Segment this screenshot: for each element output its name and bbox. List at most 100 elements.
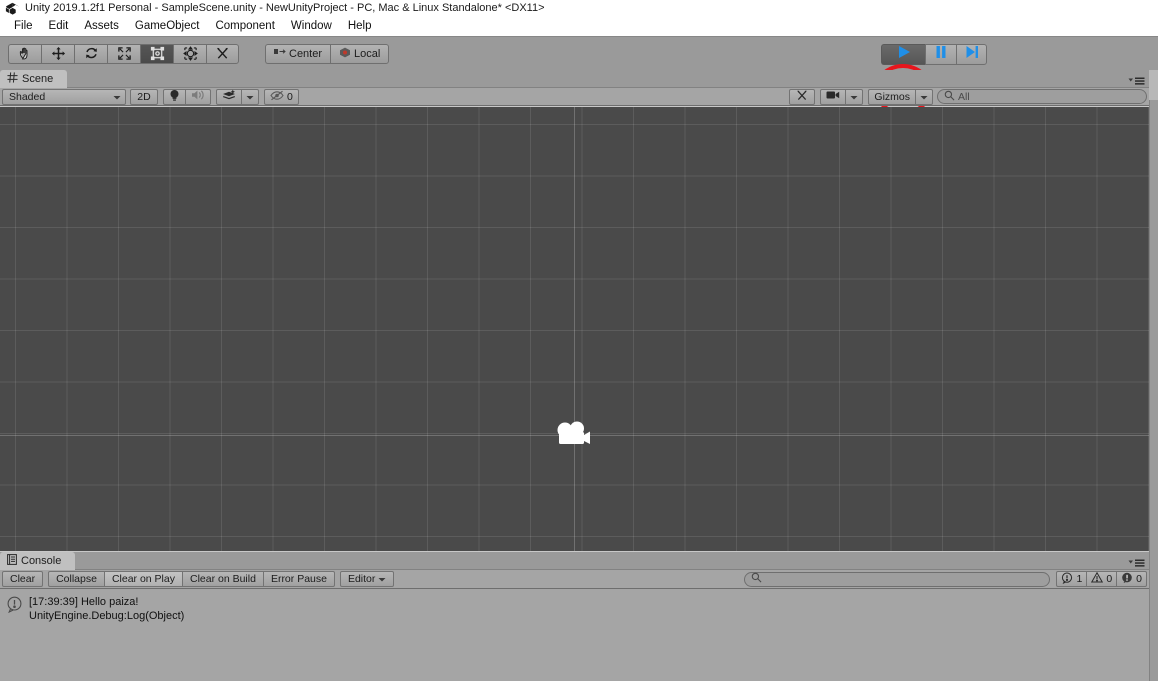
right-dock-strip-top[interactable]: [1149, 70, 1158, 100]
menu-assets[interactable]: Assets: [76, 18, 127, 34]
chevron-down-icon: [378, 573, 386, 585]
info-icon: [6, 596, 23, 618]
console-log-list[interactable]: [17:39:39] Hello paiza! UnityEngine.Debu…: [0, 591, 1149, 681]
menu-help[interactable]: Help: [340, 18, 380, 34]
menu-gameobject[interactable]: GameObject: [127, 18, 208, 34]
error-counter[interactable]: 0: [1117, 571, 1147, 587]
lighting-toggle[interactable]: [163, 88, 186, 105]
hidden-objects-toggle[interactable]: 0: [264, 88, 299, 105]
menu-edit[interactable]: Edit: [41, 18, 77, 34]
info-counter-value: 1: [1076, 573, 1083, 585]
pivot-handle-group: Center Local: [265, 43, 390, 64]
error-icon: [1121, 572, 1133, 587]
transform-tool-button[interactable]: [173, 43, 206, 64]
scale-tool-button[interactable]: [107, 43, 140, 64]
scene-viewport[interactable]: [0, 107, 1149, 551]
tab-scene-label: Scene: [22, 73, 54, 85]
camera-gizmo-icon[interactable]: [553, 417, 595, 456]
pause-button[interactable]: [925, 44, 956, 65]
panel-menu-icon: [1128, 555, 1145, 573]
speaker-icon: [191, 89, 205, 104]
scene-search-placeholder: All: [958, 90, 970, 103]
transform-icon: [182, 46, 198, 61]
handle-mode-button[interactable]: Local: [330, 43, 390, 64]
editor-button[interactable]: Editor: [339, 571, 395, 587]
editor-button-label: Editor: [347, 573, 376, 585]
scene-camera-button[interactable]: [820, 88, 847, 105]
tab-console[interactable]: Console: [0, 552, 76, 570]
warning-counter[interactable]: 0: [1087, 571, 1118, 587]
clear-on-build-button[interactable]: Clear on Build: [182, 571, 264, 587]
collapse-button[interactable]: Collapse: [48, 571, 105, 587]
console-panel-menu-button[interactable]: [1128, 555, 1145, 573]
console-panel: Console Clear Collapse Clear on Play Cle…: [0, 552, 1149, 681]
title-bar: Unity 2019.1.2f1 Personal - SampleScene.…: [0, 0, 1158, 16]
move-tool-button[interactable]: [41, 43, 74, 64]
scene-tools-icon: [795, 89, 809, 105]
mode-2d-toggle[interactable]: 2D: [130, 88, 158, 105]
rotate-tool-button[interactable]: [74, 43, 107, 64]
transform-tools-group: [8, 43, 239, 64]
scene-camera-dropdown[interactable]: [846, 88, 864, 105]
playback-controls: [881, 44, 987, 65]
rect-transform-icon: [150, 46, 165, 61]
hidden-eye-icon: [270, 90, 284, 104]
console-search-input[interactable]: [744, 570, 1051, 588]
rotate-icon: [84, 46, 99, 61]
gizmos-dropdown[interactable]: [916, 88, 933, 105]
step-button[interactable]: [956, 44, 987, 65]
list-item[interactable]: [17:39:39] Hello paiza! UnityEngine.Debu…: [0, 591, 1149, 623]
chevron-down-icon: [920, 91, 928, 103]
handle-mode-label: Local: [354, 47, 381, 60]
draw-mode-label: Shaded: [9, 90, 46, 103]
pivot-center-icon: [274, 47, 286, 60]
log-message: [17:39:39] Hello paiza!: [29, 596, 139, 608]
error-pause-button-label: Error Pause: [270, 573, 327, 585]
scene-panel-menu-button[interactable]: [1128, 73, 1145, 91]
custom-tool-button[interactable]: [206, 43, 239, 64]
audio-toggle[interactable]: [186, 88, 211, 105]
hand-icon: [18, 46, 33, 61]
chevron-down-icon: [113, 91, 121, 103]
effects-dropdown[interactable]: [242, 88, 259, 105]
play-button[interactable]: [881, 44, 925, 65]
effects-icon: [222, 89, 236, 104]
pivot-mode-button[interactable]: Center: [265, 43, 331, 64]
step-icon: [965, 45, 979, 64]
gizmos-button[interactable]: Gizmos: [868, 88, 916, 105]
play-icon: [896, 45, 912, 64]
wrench-hammer-icon: [215, 46, 230, 61]
draw-mode-dropdown[interactable]: Shaded: [2, 88, 126, 105]
scene-panel: Scene Shaded 2D 0 Gizmos All: [0, 70, 1149, 551]
scene-camera-icon: [826, 90, 840, 103]
clear-on-play-button[interactable]: Clear on Play: [104, 571, 183, 587]
log-entry-text: [17:39:39] Hello paiza! UnityEngine.Debu…: [29, 595, 184, 623]
menu-component[interactable]: Component: [207, 18, 282, 34]
console-toolbar: Clear Collapse Clear on Play Clear on Bu…: [0, 570, 1149, 589]
effects-toggle[interactable]: [216, 88, 242, 105]
warning-icon: [1091, 571, 1104, 586]
scene-search-input[interactable]: All: [937, 89, 1147, 104]
error-counter-value: 0: [1136, 573, 1142, 585]
rect-tool-button[interactable]: [140, 43, 173, 64]
right-dock-strip[interactable]: [1149, 70, 1158, 681]
scene-tab-row: Scene: [0, 70, 1149, 88]
menu-bar: File Edit Assets GameObject Component Wi…: [0, 16, 1158, 36]
tab-scene[interactable]: Scene: [0, 70, 68, 88]
hidden-objects-count: 0: [287, 90, 293, 103]
pivot-mode-label: Center: [289, 47, 323, 60]
menu-file[interactable]: File: [6, 18, 41, 34]
error-pause-button[interactable]: Error Pause: [263, 571, 335, 587]
scene-tools-button[interactable]: [789, 88, 816, 105]
menu-window[interactable]: Window: [283, 18, 340, 34]
tab-console-label: Console: [21, 555, 62, 567]
chevron-down-icon: [246, 91, 254, 103]
clear-button[interactable]: Clear: [2, 571, 44, 587]
panel-menu-icon: [1128, 73, 1145, 91]
hand-tool-button[interactable]: [8, 43, 41, 64]
console-icon: [7, 554, 17, 568]
search-icon: [751, 570, 762, 588]
info-counter[interactable]: 1: [1056, 571, 1088, 587]
clear-on-build-button-label: Clear on Build: [189, 573, 256, 585]
log-stacktrace: UnityEngine.Debug:Log(Object): [29, 610, 185, 622]
